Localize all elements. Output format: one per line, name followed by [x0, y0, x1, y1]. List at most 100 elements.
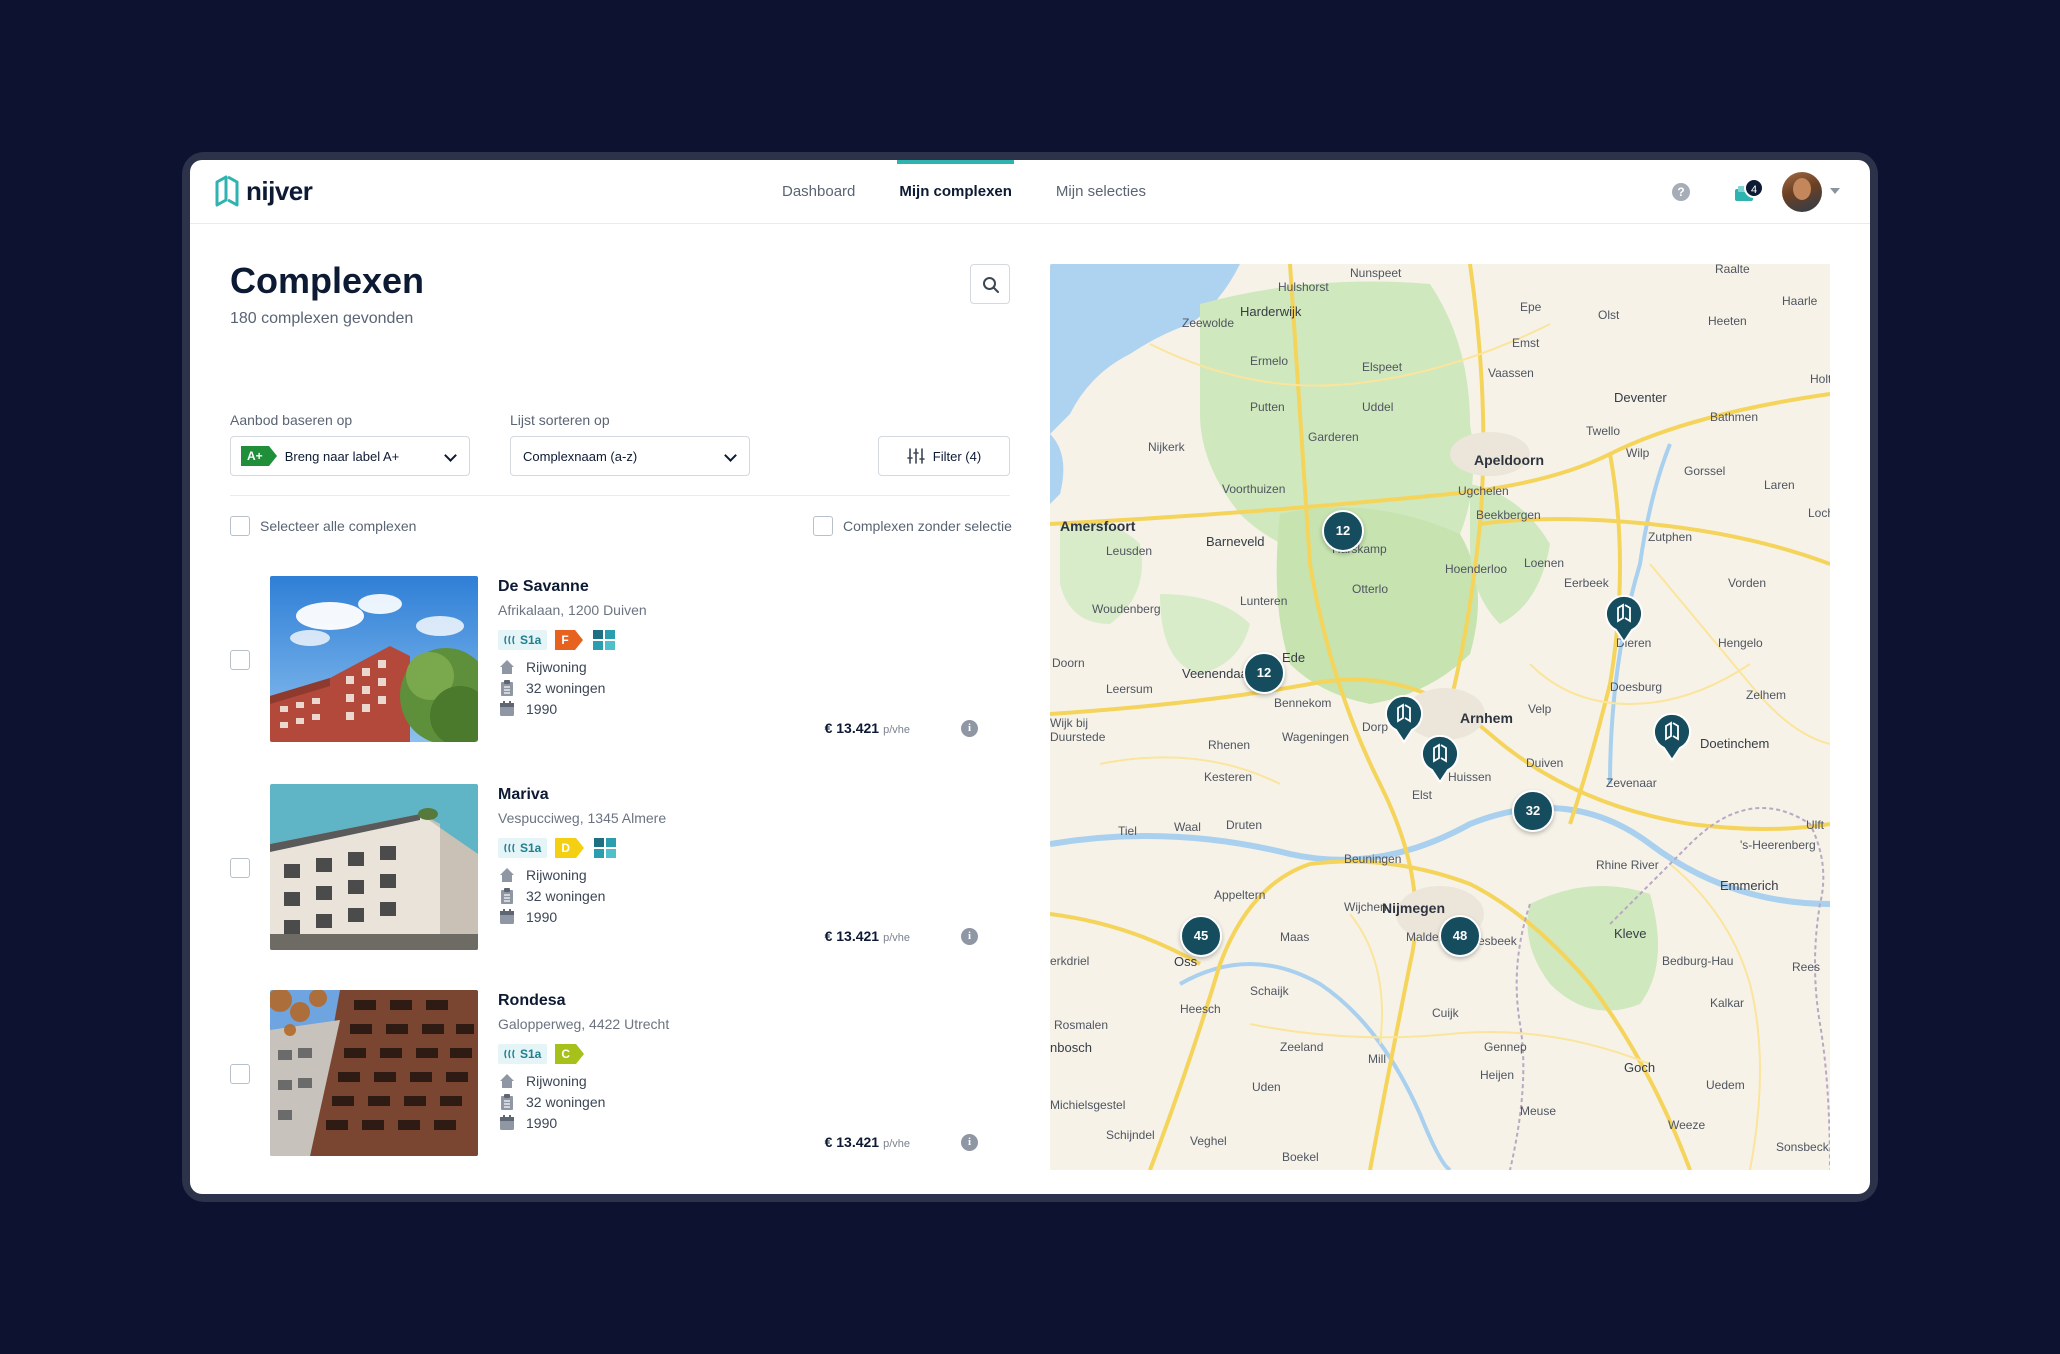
complex-type: Rijwoning: [498, 1072, 587, 1090]
complex-card[interactable]: De Savanne Afrikalaan, 1200 Duiven S1a F…: [230, 576, 1010, 746]
map-place-label: Boekel: [1282, 1150, 1319, 1164]
map-cluster-marker[interactable]: 32: [1512, 790, 1554, 832]
map-place-label: Heesch: [1180, 1002, 1221, 1016]
heating-badge: S1a: [498, 838, 548, 858]
map-background: [1050, 264, 1830, 1170]
result-count: 180 complexen gevonden: [230, 310, 414, 327]
complex-price: € 13.421 p/vhe: [825, 928, 910, 944]
map-pin-icon[interactable]: [1604, 592, 1644, 644]
complex-units-label: 32 woningen: [526, 1094, 606, 1110]
energy-label-tag: D: [555, 838, 585, 858]
map-place-label: Kleve: [1614, 926, 1647, 941]
map-place-label: Tiel: [1118, 824, 1137, 838]
map-place-label: erkdriel: [1050, 954, 1090, 968]
solar-panel-icon: [592, 630, 615, 650]
map-place-label: Wageningen: [1282, 730, 1349, 744]
complex-type-label: Rijwoning: [526, 1073, 587, 1089]
help-icon[interactable]: ?: [1672, 183, 1690, 201]
nav-item-mijn-selecties[interactable]: Mijn selecties: [1054, 160, 1148, 224]
label-arrow-tip: [576, 1044, 585, 1064]
energy-label-text: C: [561, 1047, 571, 1061]
calendar-icon: [500, 701, 514, 716]
nav-item-dashboard[interactable]: Dashboard: [780, 160, 857, 224]
aanbod-select[interactable]: A+ Breng naar label A+: [230, 436, 470, 476]
price-unit: p/vhe: [883, 1138, 910, 1150]
map-place-label: Raalte: [1715, 264, 1750, 276]
map-place-label: Rhenen: [1208, 738, 1251, 752]
heating-badge: S1a: [498, 1044, 548, 1064]
complex-address: Afrikalaan, 1200 Duiven: [498, 602, 647, 618]
map-place-label: Otterlo: [1352, 582, 1389, 596]
info-icon[interactable]: i: [961, 1134, 978, 1151]
complex-name[interactable]: Mariva: [498, 786, 549, 804]
map-place-label: Veghel: [1190, 1134, 1227, 1148]
map-pin-icon[interactable]: [1384, 692, 1424, 744]
map-place-label: Wilp: [1626, 446, 1650, 460]
map-cluster-marker[interactable]: 48: [1439, 915, 1481, 957]
map-cluster-marker[interactable]: 12: [1322, 510, 1364, 552]
map-place-label: Epe: [1520, 300, 1542, 314]
map-place-label: Haarle: [1782, 294, 1818, 308]
map-place-label: Holt: [1810, 372, 1830, 386]
map-place-label: Zeewolde: [1182, 316, 1235, 330]
map-place-label: Beekbergen: [1476, 508, 1541, 522]
map-place-label: Nunspeet: [1350, 266, 1402, 280]
complex-address: Galopperweg, 4422 Utrecht: [498, 1016, 670, 1032]
search-button[interactable]: [970, 264, 1010, 304]
complex-card[interactable]: Rondesa Galopperweg, 4422 Utrecht S1a C …: [230, 990, 1010, 1160]
map-place-label: Uedem: [1706, 1078, 1745, 1092]
complex-tags: S1a D: [498, 838, 617, 858]
map-place-label: Vorden: [1728, 576, 1767, 590]
select-all-checkbox[interactable]: [230, 516, 250, 536]
notifications-button[interactable]: 4: [1732, 178, 1764, 208]
label-a-plus-tag: A+: [241, 446, 277, 466]
map-place-label: Maas: [1280, 930, 1310, 944]
map-place-label: Weeze: [1668, 1118, 1706, 1132]
complex-card[interactable]: Mariva Vespucciweg, 1345 Almere S1a D Ri…: [230, 784, 1010, 954]
select-all-row[interactable]: Selecteer alle complexen: [230, 516, 416, 536]
sort-select[interactable]: Complexnaam (a-z): [510, 436, 750, 476]
map-place-label: Emmerich: [1720, 878, 1779, 893]
map-place-label: Zutphen: [1648, 530, 1693, 544]
map-cluster-marker[interactable]: 12: [1243, 652, 1285, 694]
complex-units: 32 woningen: [498, 679, 605, 697]
map-place-label: Schaijk: [1250, 984, 1289, 998]
chevron-down-icon: [444, 449, 457, 462]
complex-name[interactable]: Rondesa: [498, 992, 566, 1010]
map-cluster-marker[interactable]: 45: [1180, 915, 1222, 957]
clipboard-icon: [501, 1094, 513, 1110]
logo[interactable]: nijver: [214, 174, 313, 208]
complex-price: € 13.421 p/vhe: [825, 1134, 910, 1150]
user-avatar[interactable]: [1782, 172, 1822, 212]
map-pin-icon[interactable]: [1652, 710, 1692, 762]
top-navigation-bar: nijver Dashboard Mijn complexen Mijn sel…: [190, 160, 1870, 224]
map-place-label: Voorthuizen: [1222, 482, 1286, 496]
info-icon[interactable]: i: [961, 928, 978, 945]
nav-item-mijn-complexen[interactable]: Mijn complexen: [897, 160, 1014, 224]
complex-checkbox[interactable]: [230, 650, 250, 670]
filter-button[interactable]: Filter (4): [878, 436, 1010, 476]
map-place-label: Mill: [1368, 1052, 1386, 1066]
without-selection-checkbox[interactable]: [813, 516, 833, 536]
without-selection-row[interactable]: Complexen zonder selectie: [813, 516, 1012, 536]
chevron-down-icon[interactable]: [1830, 188, 1840, 194]
complex-checkbox[interactable]: [230, 858, 250, 878]
nijver-logo-icon: [215, 175, 239, 207]
map-place-label: Loenen: [1524, 556, 1565, 570]
map-place-label: Meuse: [1520, 1104, 1557, 1118]
complex-price: € 13.421 p/vhe: [825, 720, 910, 736]
map-view[interactable]: Nunspeet Hulshorst Harderwijk Zeewolde E…: [1050, 264, 1830, 1170]
map-place-label: Rosmalen: [1054, 1018, 1109, 1032]
complex-checkbox[interactable]: [230, 1064, 250, 1084]
complex-address: Vespucciweg, 1345 Almere: [498, 810, 667, 826]
map-pin-icon[interactable]: [1420, 732, 1460, 784]
logo-text: nijver: [246, 175, 313, 206]
map-place-label: Kesteren: [1204, 770, 1253, 784]
info-icon[interactable]: i: [961, 720, 978, 737]
map-place-label: Ulft: [1806, 818, 1824, 832]
map-place-label: Zeeland: [1280, 1040, 1324, 1054]
map-place-label: Doorn: [1052, 656, 1085, 670]
calendar-icon: [500, 1115, 514, 1130]
complex-name[interactable]: De Savanne: [498, 578, 589, 596]
heat-icon: [504, 843, 515, 853]
